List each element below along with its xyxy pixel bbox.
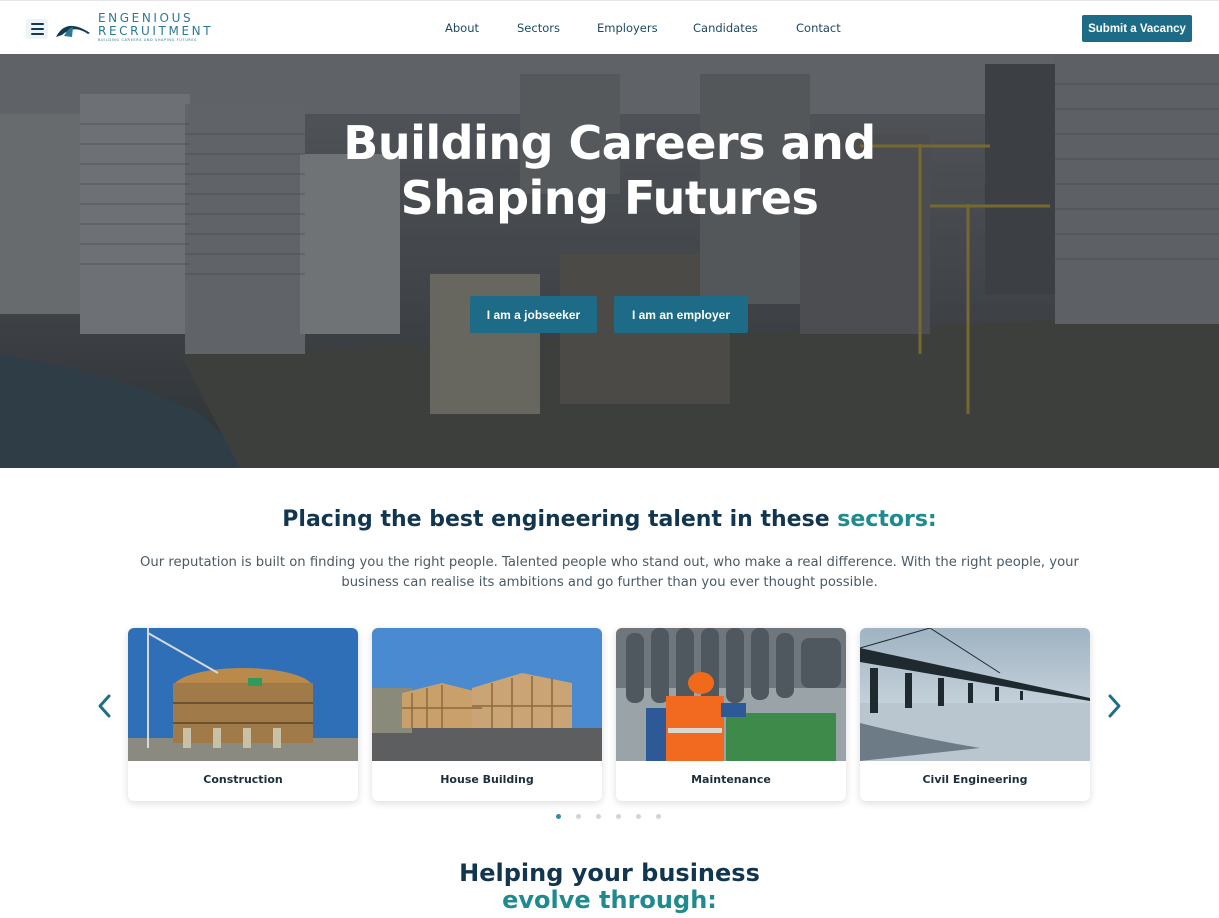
main-nav: About Sectors Employers Candidates Conta… (0, 21, 1219, 37)
hero-title-line1: Building Careers and (343, 116, 876, 170)
maintenance-image (616, 628, 846, 761)
carousel-dot[interactable] (616, 814, 621, 819)
hero-title-line2: Shaping Futures (400, 171, 819, 225)
sectors-heading-accent: sectors: (837, 507, 937, 532)
carousel-dot[interactable] (576, 814, 581, 819)
sectors-heading: Placing the best engineering talent in t… (0, 507, 1219, 532)
carousel-dot[interactable] (596, 814, 601, 819)
card-label: Construction (203, 773, 283, 786)
construction-image (128, 628, 358, 761)
employer-button[interactable]: I am an employer (614, 296, 748, 333)
jobseeker-button[interactable]: I am a jobseeker (470, 296, 597, 333)
carousel-dot[interactable] (656, 814, 661, 819)
card-label: Maintenance (691, 773, 771, 786)
carousel-dot[interactable] (636, 814, 641, 819)
nav-sectors[interactable]: Sectors (517, 21, 560, 35)
sectors-description: Our reputation is built on finding you t… (140, 555, 1079, 590)
help-heading-line2: evolve through: (502, 886, 717, 914)
civil-engineering-image (860, 628, 1090, 761)
sector-card-civil-engineering[interactable]: Civil Engineering (860, 628, 1090, 801)
carousel-prev-chevron-icon[interactable] (95, 693, 115, 719)
help-heading-line1: Helping your business (459, 859, 760, 887)
hero-section: Building Careers and Shaping Futures I a… (0, 54, 1219, 468)
hero-title: Building Careers and Shaping Futures (0, 116, 1219, 226)
nav-employers[interactable]: Employers (597, 21, 658, 35)
submit-vacancy-button[interactable]: Submit a Vacancy (1082, 15, 1192, 42)
carousel-next-chevron-icon[interactable] (1104, 693, 1124, 719)
sector-card-construction[interactable]: Construction (128, 628, 358, 801)
logo-tagline: BUILDING CAREERS AND SHAPING FUTURES (98, 37, 197, 42)
card-label: Civil Engineering (922, 773, 1028, 786)
nav-contact[interactable]: Contact (796, 21, 841, 35)
house-building-image (372, 628, 602, 761)
sector-card-house-building[interactable]: House Building (372, 628, 602, 801)
nav-about[interactable]: About (445, 21, 479, 35)
carousel-dot[interactable] (556, 814, 561, 819)
sectors-heading-main: Placing the best engineering talent in t… (282, 507, 838, 532)
card-label: House Building (440, 773, 534, 786)
help-heading: Helping your business evolve through: (0, 860, 1219, 914)
nav-candidates[interactable]: Candidates (693, 21, 758, 35)
sector-card-maintenance[interactable]: Maintenance (616, 628, 846, 801)
site-header: ENGENIOUS RECRUITMENT BUILDING CAREERS A… (0, 0, 1219, 54)
